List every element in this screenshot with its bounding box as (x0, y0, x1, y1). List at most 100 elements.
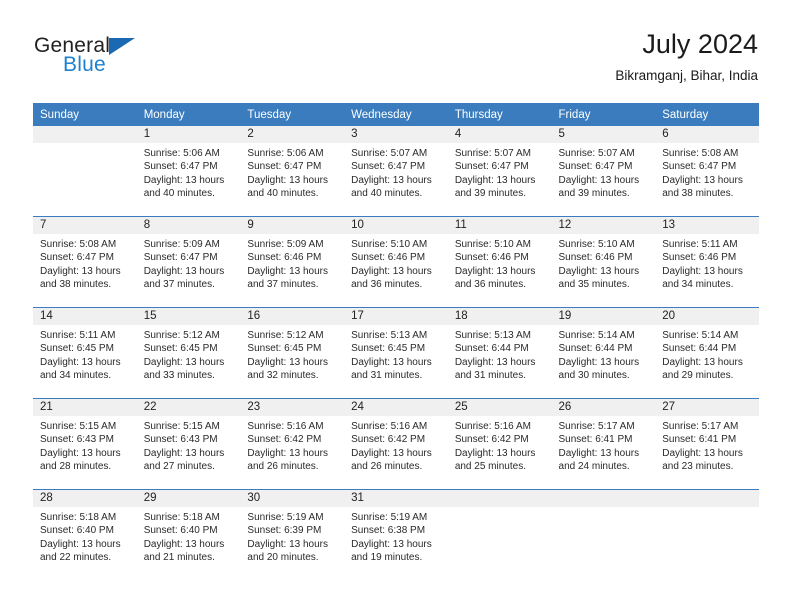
daylight-text-line1: Daylight: 13 hours (558, 447, 640, 459)
sunset-text: Sunset: 6:46 PM (454, 252, 529, 264)
day-number: 13 (655, 217, 759, 234)
daylight-text-line2: and 23 minutes. (662, 461, 734, 473)
day-cell[interactable]: 29 Sunrise: 5:18 AM Sunset: 6:40 PM Dayligh… (136, 490, 241, 581)
day-number: 21 (33, 399, 137, 416)
sunrise-text: Sunrise: 5:14 AM (558, 330, 635, 341)
day-cell[interactable]: 3 Sunrise: 5:07 AM Sunset: 6:47 PM Daylight… (344, 126, 448, 216)
day-details: Sunrise: 5:19 AM Sunset: 6:39 PM Daylight:… (240, 507, 344, 565)
day-cell[interactable]: 8 Sunrise: 5:09 AM Sunset: 6:47 PM Daylight… (136, 217, 241, 308)
calendar-week-row: 14 Sunrise: 5:11 AM Sunset: 6:45 PM Dayligh… (33, 307, 759, 398)
day-number: 15 (136, 308, 241, 325)
sunset-text: Sunset: 6:46 PM (247, 252, 322, 264)
daylight-text-line1: Daylight: 13 hours (247, 538, 329, 550)
day-cell[interactable]: 14 Sunrise: 5:11 AM Sunset: 6:45 PM Dayligh… (33, 308, 137, 399)
day-cell[interactable]: 5 Sunrise: 5:07 AM Sunset: 6:47 PM Daylight… (551, 126, 656, 216)
day-details: Sunrise: 5:10 AM Sunset: 6:46 PM Daylight:… (344, 234, 448, 292)
day-number: 31 (344, 490, 448, 507)
day-details: Sunrise: 5:18 AM Sunset: 6:40 PM Daylight:… (33, 507, 137, 565)
day-details: Sunrise: 5:15 AM Sunset: 6:43 PM Daylight:… (33, 416, 137, 474)
day-cell[interactable]: 27 Sunrise: 5:17 AM Sunset: 6:41 PM Dayligh… (655, 399, 759, 490)
day-cell[interactable]: 6 Sunrise: 5:08 AM Sunset: 6:47 PM Daylight… (655, 126, 759, 216)
day-cell[interactable]: 28 Sunrise: 5:18 AM Sunset: 6:40 PM Dayligh… (33, 490, 137, 581)
day-cell[interactable]: 16 Sunrise: 5:12 AM Sunset: 6:45 PM Dayligh… (240, 308, 345, 399)
day-details: Sunrise: 5:06 AM Sunset: 6:47 PM Daylight:… (137, 143, 241, 201)
sunset-text: Sunset: 6:38 PM (351, 525, 426, 537)
sunrise-text: Sunrise: 5:11 AM (40, 330, 116, 341)
day-details: Sunrise: 5:16 AM Sunset: 6:42 PM Daylight:… (344, 416, 448, 474)
calendar-week-row: 1 Sunrise: 5:06 AM Sunset: 6:47 PM Daylight… (33, 126, 759, 216)
day-cell[interactable]: 21 Sunrise: 5:15 AM Sunset: 6:43 PM Dayligh… (33, 399, 137, 490)
day-cell[interactable]: 30 Sunrise: 5:19 AM Sunset: 6:39 PM Dayligh… (240, 490, 345, 581)
weekday-header-tuesday: Tuesday (240, 103, 345, 126)
daylight-text-line2: and 28 minutes. (40, 461, 112, 473)
day-details: Sunrise: 5:10 AM Sunset: 6:46 PM Daylight:… (552, 234, 656, 292)
day-cell[interactable]: 4 Sunrise: 5:07 AM Sunset: 6:47 PM Daylight… (447, 126, 552, 216)
daylight-text-line1: Daylight: 13 hours (351, 265, 432, 277)
day-cell[interactable]: 11 Sunrise: 5:10 AM Sunset: 6:46 PM Dayligh… (447, 217, 552, 308)
day-number: 26 (551, 399, 656, 416)
day-number: 23 (240, 399, 345, 416)
day-cell[interactable]: 13 Sunrise: 5:11 AM Sunset: 6:46 PM Dayligh… (655, 217, 759, 308)
day-number: 4 (447, 126, 552, 143)
day-details: Sunrise: 5:09 AM Sunset: 6:47 PM Daylight:… (137, 234, 241, 292)
weekday-header-sunday: Sunday (33, 103, 137, 126)
day-cell-empty (551, 490, 656, 581)
day-cell[interactable]: 15 Sunrise: 5:12 AM Sunset: 6:45 PM Dayligh… (136, 308, 241, 399)
sunset-text: Sunset: 6:47 PM (143, 161, 218, 173)
sunrise-text: Sunrise: 5:08 AM (662, 148, 739, 159)
day-number: 2 (240, 126, 345, 143)
day-number: 7 (33, 217, 137, 234)
day-cell[interactable]: 12 Sunrise: 5:10 AM Sunset: 6:46 PM Dayligh… (551, 217, 656, 308)
daylight-text-line1: Daylight: 13 hours (143, 538, 225, 550)
day-number: 12 (551, 217, 656, 234)
day-cell[interactable]: 22 Sunrise: 5:15 AM Sunset: 6:43 PM Dayligh… (136, 399, 241, 490)
daylight-text-line1: Daylight: 13 hours (40, 265, 121, 277)
sunrise-text: Sunrise: 5:08 AM (40, 239, 117, 250)
sunrise-text: Sunrise: 5:12 AM (247, 330, 324, 341)
day-cell[interactable]: 18 Sunrise: 5:13 AM Sunset: 6:44 PM Dayligh… (447, 308, 552, 399)
daylight-text-line1: Daylight: 13 hours (351, 174, 432, 186)
sunrise-text: Sunrise: 5:13 AM (351, 330, 428, 341)
sunrise-text: Sunrise: 5:06 AM (247, 148, 324, 159)
day-details: Sunrise: 5:17 AM Sunset: 6:41 PM Daylight:… (655, 416, 759, 474)
sunset-text: Sunset: 6:45 PM (351, 343, 426, 355)
sunset-text: Sunset: 6:46 PM (662, 252, 737, 264)
sunset-text: Sunset: 6:43 PM (143, 434, 218, 446)
sunset-text: Sunset: 6:41 PM (662, 434, 737, 446)
daylight-text-line2: and 39 minutes. (558, 188, 630, 200)
sunrise-text: Sunrise: 5:10 AM (351, 239, 428, 250)
sunset-text: Sunset: 6:46 PM (558, 252, 633, 264)
daylight-text-line2: and 34 minutes. (40, 370, 112, 382)
day-cell[interactable]: 31 Sunrise: 5:19 AM Sunset: 6:38 PM Dayligh… (344, 490, 448, 581)
day-cell[interactable]: 20 Sunrise: 5:14 AM Sunset: 6:44 PM Dayligh… (655, 308, 759, 399)
day-cell[interactable]: 17 Sunrise: 5:13 AM Sunset: 6:45 PM Dayligh… (344, 308, 448, 399)
daylight-text-line1: Daylight: 13 hours (40, 538, 121, 550)
general-blue-logo[interactable]: General Blue (34, 34, 234, 86)
day-cell[interactable]: 24 Sunrise: 5:16 AM Sunset: 6:42 PM Dayligh… (344, 399, 448, 490)
daylight-text-line2: and 33 minutes. (143, 370, 215, 382)
daylight-text-line2: and 25 minutes. (454, 461, 526, 473)
day-cell[interactable]: 1 Sunrise: 5:06 AM Sunset: 6:47 PM Daylight… (136, 126, 241, 216)
day-cell[interactable]: 9 Sunrise: 5:09 AM Sunset: 6:46 PM Daylight… (240, 217, 345, 308)
sunrise-text: Sunrise: 5:17 AM (662, 421, 739, 432)
daylight-text-line2: and 36 minutes. (351, 279, 423, 291)
day-cell[interactable]: 23 Sunrise: 5:16 AM Sunset: 6:42 PM Dayligh… (240, 399, 345, 490)
daylight-text-line2: and 39 minutes. (454, 188, 526, 200)
daylight-text-line1: Daylight: 13 hours (247, 265, 329, 277)
day-cell[interactable]: 7 Sunrise: 5:08 AM Sunset: 6:47 PM Daylight… (33, 217, 137, 308)
daylight-text-line1: Daylight: 13 hours (454, 356, 536, 368)
day-cell[interactable]: 25 Sunrise: 5:16 AM Sunset: 6:42 PM Dayligh… (447, 399, 552, 490)
sunrise-text: Sunrise: 5:16 AM (351, 421, 428, 432)
day-cell[interactable]: 26 Sunrise: 5:17 AM Sunset: 6:41 PM Dayligh… (551, 399, 656, 490)
day-cell[interactable]: 10 Sunrise: 5:10 AM Sunset: 6:46 PM Dayligh… (344, 217, 448, 308)
sunset-text: Sunset: 6:42 PM (351, 434, 426, 446)
sunrise-text: Sunrise: 5:19 AM (247, 512, 324, 523)
day-cell[interactable]: 2 Sunrise: 5:06 AM Sunset: 6:47 PM Daylight… (240, 126, 345, 216)
sunrise-text: Sunrise: 5:09 AM (143, 239, 220, 250)
day-cell[interactable]: 19 Sunrise: 5:14 AM Sunset: 6:44 PM Dayligh… (551, 308, 656, 399)
sunrise-text: Sunrise: 5:15 AM (143, 421, 220, 432)
sunrise-text: Sunrise: 5:06 AM (143, 148, 220, 159)
sunrise-text: Sunrise: 5:16 AM (247, 421, 324, 432)
day-details: Sunrise: 5:06 AM Sunset: 6:47 PM Daylight:… (240, 143, 344, 201)
daylight-text-line1: Daylight: 13 hours (351, 356, 432, 368)
